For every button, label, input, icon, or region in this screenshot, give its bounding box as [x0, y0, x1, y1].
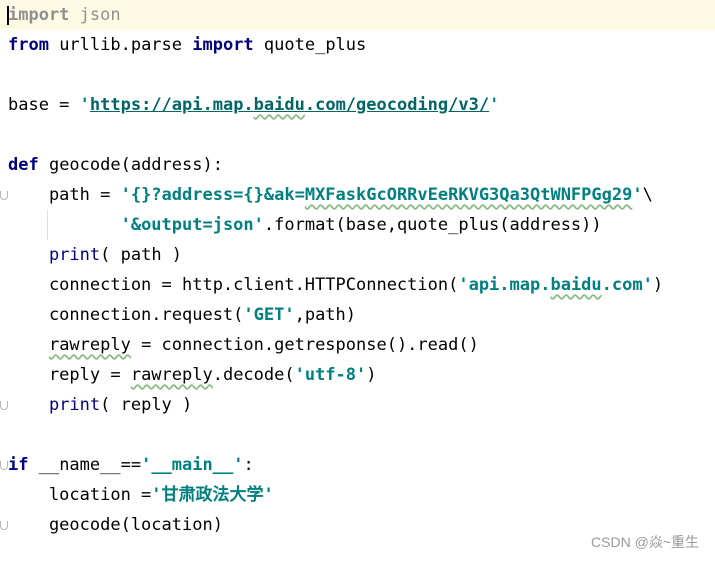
code-token: import: [8, 5, 70, 25]
code-token: :: [243, 455, 254, 475]
code-token: ): [366, 365, 377, 385]
spellcheck-underline: rawreply: [130, 365, 213, 385]
code-line-text: geocode(location): [8, 510, 223, 540]
code-token: quote_plus: [253, 35, 367, 55]
fold-marker-icon[interactable]: [0, 191, 8, 200]
code-token: ): [652, 275, 664, 295]
code-token: urllib.parse: [48, 35, 193, 55]
code-token: connection.request(: [8, 305, 244, 325]
code-line-text: '&output=json'.format(base,quote_plus(ad…: [8, 210, 602, 240]
code-line[interactable]: reply = rawreply.decode('utf-8'): [0, 360, 715, 390]
code-line[interactable]: import json: [0, 0, 715, 30]
spellcheck-underline: rawreply: [48, 335, 131, 355]
code-line-text: connection = http.client.HTTPConnection(…: [8, 270, 663, 300]
code-line[interactable]: connection = http.client.HTTPConnection(…: [0, 270, 715, 300]
spellcheck-underline: MXFaskGcORRvEeRKVG3Qa3QtWNFPGg29: [304, 185, 633, 205]
spellcheck-underline: baidu: [550, 275, 602, 295]
code-line-text: print( path ): [8, 240, 182, 270]
code-token: '甘肃政法大学': [151, 485, 274, 505]
code-line[interactable]: location ='甘肃政法大学': [0, 480, 715, 510]
code-line-text: path = '{}?address={}&ak=MXFaskGcORRvEeR…: [8, 180, 653, 210]
spellcheck-underline: baidu: [253, 95, 305, 115]
code-token: geocode(address):: [38, 155, 223, 175]
code-token: import: [192, 35, 254, 55]
code-line-text: from urllib.parse import quote_plus: [8, 30, 366, 60]
code-token: connection = http.client.HTTPConnection(: [8, 275, 459, 295]
code-editor[interactable]: import json from urllib.parse import quot…: [0, 0, 715, 562]
code-token: .format(base,quote_plus(address)): [263, 215, 602, 235]
code-token: https://api.map.baidu.com/geocoding/v3/: [89, 95, 490, 115]
code-token: ': [489, 95, 500, 115]
code-line[interactable]: if __name__=='__main__':: [0, 450, 715, 480]
fold-marker-icon[interactable]: [0, 521, 8, 530]
fold-marker-icon[interactable]: [0, 461, 8, 470]
code-line-text: location ='甘肃政法大学': [8, 480, 274, 510]
code-line-text: connection.request('GET',path): [8, 300, 356, 330]
code-token: reply = rawreply.decode(: [8, 365, 295, 385]
code-line[interactable]: path = '{}?address={}&ak=MXFaskGcORRvEeR…: [0, 180, 715, 210]
code-line[interactable]: [0, 60, 715, 90]
code-token: if: [8, 455, 29, 475]
code-token: location =: [8, 485, 152, 505]
code-line-text: if __name__=='__main__':: [8, 450, 254, 480]
code-line-text: reply = rawreply.decode('utf-8'): [8, 360, 377, 390]
code-line[interactable]: [0, 120, 715, 150]
code-token: 'api.map.baidu.com': [458, 275, 653, 295]
code-line[interactable]: def geocode(address):: [0, 150, 715, 180]
code-token: ': [79, 95, 90, 115]
code-token: 'utf-8': [294, 365, 367, 385]
code-token: \: [642, 185, 653, 205]
code-line-text: rawreply = connection.getresponse().read…: [8, 330, 479, 360]
code-line[interactable]: from urllib.parse import quote_plus: [0, 30, 715, 60]
code-token: '{}?address={}&ak=MXFaskGcORRvEeRKVG3Qa3…: [120, 185, 643, 205]
code-token: __name__==: [28, 455, 142, 475]
code-line[interactable]: connection.request('GET',path): [0, 300, 715, 330]
code-token: ( path ): [100, 245, 183, 265]
code-token: print: [48, 245, 101, 265]
indent-guide: [47, 210, 48, 240]
code-line[interactable]: print( path ): [0, 240, 715, 270]
code-line[interactable]: base = 'https://api.map.baidu.com/geocod…: [0, 90, 715, 120]
fold-marker-icon[interactable]: [0, 401, 8, 410]
code-line-text: print( reply ): [8, 390, 192, 420]
code-token: from: [8, 35, 49, 55]
code-token: '&output=json': [120, 215, 264, 235]
code-token: '__main__': [141, 455, 244, 475]
code-token: json: [69, 5, 121, 25]
code-line[interactable]: '&output=json'.format(base,quote_plus(ad…: [0, 210, 715, 240]
code-line-text: import json: [8, 0, 121, 30]
text-caret: [7, 6, 9, 25]
code-line[interactable]: [0, 420, 715, 450]
code-token: rawreply = connection.getresponse().read…: [48, 335, 479, 355]
code-line[interactable]: rawreply = connection.getresponse().read…: [0, 330, 715, 360]
csdn-watermark: CSDN @焱~重生: [591, 534, 699, 550]
code-token: def: [8, 155, 39, 175]
code-token: geocode(location): [8, 515, 223, 535]
code-token: print: [48, 395, 101, 415]
code-line-text: def geocode(address):: [8, 150, 223, 180]
code-token: path =: [8, 185, 121, 205]
code-token: 'GET': [243, 305, 295, 325]
code-token: base =: [8, 95, 80, 115]
code-token: ( reply ): [100, 395, 193, 415]
code-line[interactable]: print( reply ): [0, 390, 715, 420]
code-token: ,path): [294, 305, 357, 325]
code-line-text: base = 'https://api.map.baidu.com/geocod…: [8, 90, 499, 120]
